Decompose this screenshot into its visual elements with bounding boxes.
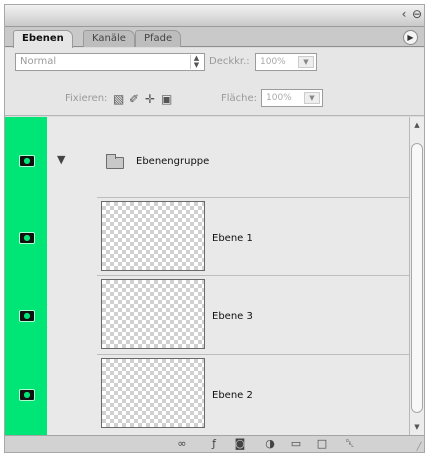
layer-row-ebene-1[interactable]: ● Ebene 1 (5, 198, 409, 275)
layers-scrollbar[interactable]: ▲ ▼ (409, 117, 424, 435)
visibility-eye-icon[interactable]: ● (19, 389, 35, 401)
tab-bar: Ebenen Kanäle Pfade ▶ (5, 27, 424, 48)
layers-list: ● ▼ Ebenengruppe ● Ebene 1 ● Ebene 3 ● E… (5, 117, 409, 435)
layer-row-ebene-2[interactable]: ● Ebene 2 (5, 355, 409, 435)
adjustment-layer-icon[interactable]: ◑ (263, 438, 277, 450)
scroll-up-arrow-icon[interactable]: ▲ (410, 119, 424, 131)
layer-mask-icon[interactable]: ◙ (233, 438, 247, 450)
layer-row-ebene-3[interactable]: ● Ebene 3 (5, 276, 409, 354)
lock-paint-icon[interactable]: ✐ (129, 92, 139, 106)
tab-ebenen[interactable]: Ebenen (13, 30, 73, 48)
resize-grip-icon[interactable]: ╱ (414, 442, 424, 452)
visibility-eye-icon[interactable]: ● (19, 310, 35, 322)
fill-value: 100% (266, 93, 292, 103)
scroll-thumb[interactable] (411, 143, 423, 413)
link-layers-icon[interactable]: ∞ (175, 438, 189, 450)
opacity-label: Deckkr.: (209, 56, 250, 67)
lock-move-icon[interactable]: ✛ (145, 92, 155, 106)
layers-footer-toolbar: ∞ ƒ ◙ ◑ ▭ □ ␡ ╱ (5, 435, 424, 452)
fill-label: Fläche: (221, 93, 258, 104)
visibility-eye-icon[interactable]: ● (19, 155, 35, 167)
fill-dropdown-icon[interactable]: ▼ (304, 92, 320, 104)
opacity-dropdown-icon[interactable]: ▼ (298, 56, 314, 68)
layer-thumbnail (101, 358, 205, 428)
group-expand-triangle-icon[interactable]: ▼ (57, 153, 65, 166)
close-icon[interactable]: ⊖ (410, 7, 424, 21)
blend-mode-value: Normal (20, 56, 57, 67)
lock-transparency-icon[interactable]: ▧ (113, 92, 124, 106)
panel-titlebar: ‹ ⊖ (5, 5, 424, 27)
new-group-icon[interactable]: ▭ (289, 438, 303, 450)
blend-opacity-row: Normal ▲ ▼ Deckkr.: 100% ▼ (5, 48, 424, 82)
fill-input[interactable]: 100% ▼ (261, 89, 323, 107)
panel-menu-button[interactable]: ▶ (403, 30, 418, 45)
lock-fill-row: Fixieren: ▧ ✐ ✛ ▣ Fläche: 100% ▼ (5, 82, 424, 116)
layer-style-icon[interactable]: ƒ (207, 438, 221, 450)
tab-kanaele[interactable]: Kanäle (83, 30, 135, 47)
select-arrows-icon: ▲ ▼ (190, 55, 202, 69)
lock-label: Fixieren: (65, 93, 108, 104)
lock-all-icon[interactable]: ▣ (161, 92, 172, 106)
tab-pfade[interactable]: Pfade (135, 30, 182, 47)
scroll-down-arrow-icon[interactable]: ▼ (410, 421, 424, 433)
blend-mode-select[interactable]: Normal ▲ ▼ (15, 53, 205, 71)
opacity-input[interactable]: 100% ▼ (255, 53, 317, 71)
layers-panel: ‹ ⊖ Ebenen Kanäle Pfade ▶ Normal ▲ ▼ Deck… (4, 4, 425, 453)
new-layer-icon[interactable]: □ (315, 438, 329, 450)
layer-row-group[interactable]: ● ▼ Ebenengruppe (5, 117, 409, 197)
layer-thumbnail (101, 279, 205, 349)
layer-name[interactable]: Ebene 1 (212, 233, 253, 244)
layer-name[interactable]: Ebene 3 (212, 311, 253, 322)
opacity-value: 100% (260, 57, 286, 67)
collapse-icon[interactable]: ‹ (397, 7, 411, 21)
layer-thumbnail (101, 201, 205, 271)
folder-icon (106, 154, 124, 169)
visibility-eye-icon[interactable]: ● (19, 232, 35, 244)
layer-name[interactable]: Ebene 2 (212, 390, 253, 401)
layer-name[interactable]: Ebenengruppe (136, 156, 209, 167)
delete-layer-icon[interactable]: ␡ (343, 438, 357, 450)
